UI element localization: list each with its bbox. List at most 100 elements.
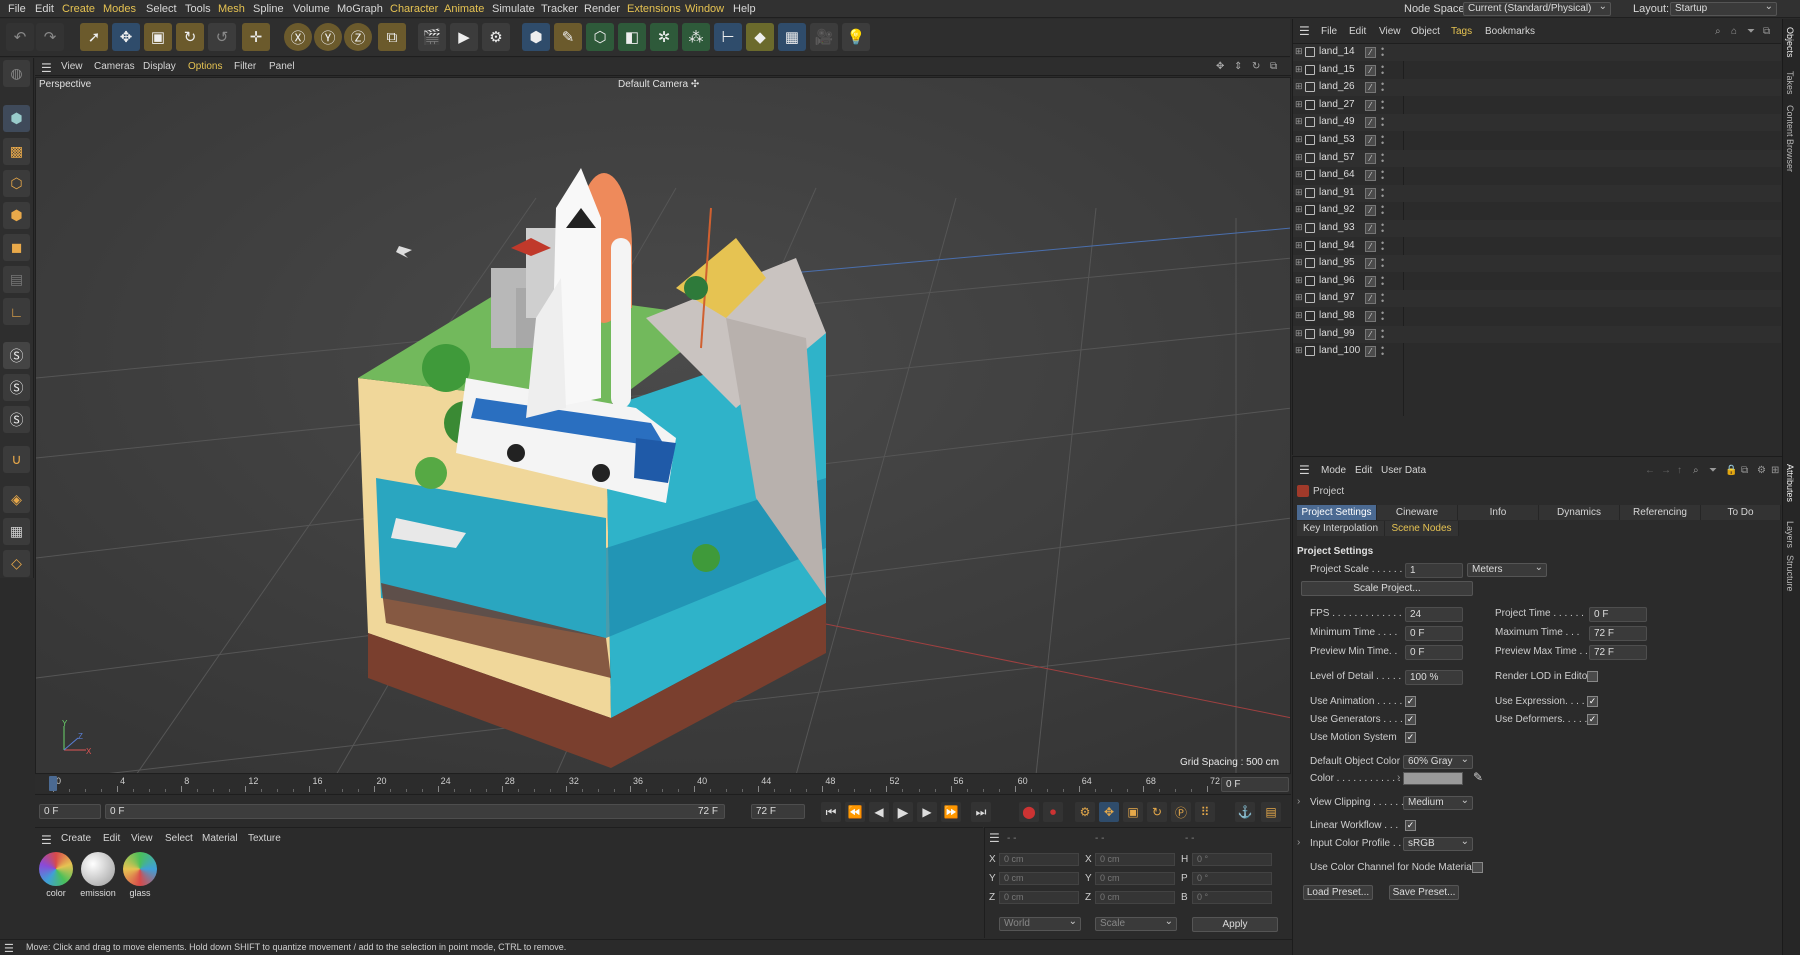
node-space-dropdown[interactable]: Current (Standard/Physical) bbox=[1463, 2, 1611, 16]
coord-size-z-field[interactable]: 0 cm bbox=[1095, 891, 1175, 904]
object-menu-file[interactable]: File bbox=[1321, 26, 1337, 37]
extrude-generator-icon[interactable]: ◧ bbox=[618, 23, 646, 51]
recent-tool-icon[interactable]: ↺ bbox=[208, 23, 236, 51]
record-rotation-icon[interactable]: ↻ bbox=[1147, 802, 1167, 822]
record-parameter-icon[interactable]: Ⓟ bbox=[1171, 802, 1191, 822]
attr-search-icon[interactable]: ⌕ bbox=[1693, 465, 1699, 476]
go-to-start-icon[interactable]: ⏮ bbox=[821, 802, 841, 822]
world-axis-icon[interactable]: ✛ bbox=[242, 23, 270, 51]
object-visibility-toggle[interactable]: ⁄ bbox=[1365, 240, 1376, 252]
menu-extensions[interactable]: Extensions bbox=[627, 3, 681, 15]
expand-icon[interactable]: ⊞ bbox=[1295, 275, 1303, 286]
attr-menu-user-data[interactable]: User Data bbox=[1381, 465, 1426, 476]
side-tab-structure[interactable]: Structure bbox=[1785, 555, 1795, 592]
coord-pos-x-field[interactable]: 0 cm bbox=[999, 853, 1079, 866]
default-color-dropdown[interactable]: 60% Gray bbox=[1403, 755, 1473, 769]
object-row[interactable]: ⊞ land_100 ⁄ • • bbox=[1293, 343, 1781, 360]
x-axis-lock-icon[interactable]: Ⓧ bbox=[284, 23, 312, 51]
object-visibility-toggle[interactable]: ⁄ bbox=[1365, 328, 1376, 340]
object-visibility-toggle[interactable]: ⁄ bbox=[1365, 223, 1376, 234]
rotate-tool-icon[interactable]: ↻ bbox=[176, 23, 204, 51]
coord-pos-z-field[interactable]: 0 cm bbox=[999, 891, 1079, 904]
viewport-menu-view[interactable]: View bbox=[61, 61, 83, 72]
menu-spline[interactable]: Spline bbox=[253, 3, 284, 15]
viewport-move-icon[interactable]: ✥ bbox=[1216, 61, 1224, 72]
material-glass[interactable]: glass bbox=[121, 852, 159, 904]
object-row[interactable]: ⊞ land_95 ⁄ • • bbox=[1293, 255, 1781, 273]
object-render-dots-icon[interactable]: • • bbox=[1381, 344, 1384, 359]
object-visibility-toggle[interactable]: ⁄ bbox=[1365, 170, 1376, 182]
menu-create[interactable]: Create bbox=[62, 3, 95, 15]
pen-spline-icon[interactable]: ✎ bbox=[554, 23, 582, 51]
object-row[interactable]: ⊞ land_98 ⁄ • • bbox=[1293, 308, 1781, 325]
object-search-icon[interactable]: ⌕ bbox=[1715, 26, 1721, 37]
viewport-zoom-icon[interactable]: ⇕ bbox=[1234, 61, 1242, 72]
object-row[interactable]: ⊞ land_53 ⁄ • • bbox=[1293, 132, 1781, 149]
object-row[interactable]: ⊞ land_15 ⁄ • • bbox=[1293, 62, 1781, 79]
tab-cineware[interactable]: Cineware bbox=[1377, 505, 1458, 520]
object-render-dots-icon[interactable]: • • bbox=[1381, 115, 1384, 130]
coord-rot-b-field[interactable]: 0 ° bbox=[1192, 891, 1272, 904]
side-tab-attributes[interactable]: Attributes bbox=[1785, 464, 1795, 502]
expand-icon[interactable]: ⊞ bbox=[1295, 222, 1303, 233]
coordinate-system-icon[interactable]: ⧉ bbox=[378, 23, 406, 51]
input-profile-expand-icon[interactable]: › bbox=[1297, 837, 1300, 848]
object-render-dots-icon[interactable]: • • bbox=[1381, 185, 1384, 200]
snap-icon[interactable]: Ⓢ bbox=[3, 342, 30, 369]
start-frame-field[interactable]: 0 F bbox=[39, 804, 101, 819]
object-render-dots-icon[interactable]: • • bbox=[1381, 256, 1384, 271]
coord-rot-h-field[interactable]: 0 ° bbox=[1192, 853, 1272, 866]
object-visibility-toggle[interactable]: ⁄ bbox=[1365, 64, 1376, 76]
object-render-dots-icon[interactable]: • • bbox=[1381, 309, 1384, 324]
object-visibility-toggle[interactable]: ⁄ bbox=[1365, 152, 1376, 164]
attr-settings-icon[interactable]: ⚙ bbox=[1757, 465, 1766, 476]
object-render-dots-icon[interactable]: • • bbox=[1381, 168, 1384, 183]
menu-mesh[interactable]: Mesh bbox=[218, 3, 245, 15]
object-render-dots-icon[interactable]: • • bbox=[1381, 133, 1384, 148]
object-visibility-toggle[interactable]: ⁄ bbox=[1365, 311, 1376, 322]
workplane-icon[interactable]: ◈ bbox=[3, 486, 30, 513]
attr-menu-edit[interactable]: Edit bbox=[1355, 465, 1372, 476]
object-new-window-icon[interactable]: ⧉ bbox=[1763, 26, 1770, 37]
snap-settings-icon[interactable]: Ⓢ bbox=[3, 374, 30, 401]
object-render-dots-icon[interactable]: • • bbox=[1381, 291, 1384, 306]
viewport-menu-display[interactable]: Display bbox=[143, 61, 176, 72]
expand-icon[interactable]: ⊞ bbox=[1295, 152, 1303, 163]
input-profile-dropdown[interactable]: sRGB bbox=[1403, 837, 1473, 851]
use-animation-checkbox[interactable]: ✓ bbox=[1405, 696, 1416, 707]
object-visibility-toggle[interactable]: ⁄ bbox=[1365, 117, 1376, 129]
menu-simulate[interactable]: Simulate bbox=[492, 3, 535, 15]
menu-animate[interactable]: Animate bbox=[444, 3, 484, 15]
viewport-menu-filter[interactable]: Filter bbox=[234, 61, 256, 72]
render-settings-icon[interactable]: ⚙ bbox=[482, 23, 510, 51]
tab-project-settings[interactable]: Project Settings bbox=[1297, 505, 1377, 520]
layout-dropdown[interactable]: Startup bbox=[1670, 2, 1777, 16]
object-row[interactable]: ⊞ land_14 ⁄ • • bbox=[1293, 44, 1781, 61]
deformer-bend-icon[interactable]: ⊢ bbox=[714, 23, 742, 51]
coord-rot-p-field[interactable]: 0 ° bbox=[1192, 872, 1272, 885]
play-icon[interactable]: ▶ bbox=[893, 802, 913, 822]
save-preset-button[interactable]: Save Preset... bbox=[1389, 885, 1459, 900]
material-menu-create[interactable]: Create bbox=[61, 833, 91, 844]
make-editable-icon[interactable]: ◍ bbox=[3, 60, 30, 87]
object-row[interactable]: ⊞ land_64 ⁄ • • bbox=[1293, 167, 1781, 184]
redo-icon[interactable]: ↷ bbox=[36, 23, 64, 51]
record-active-icon[interactable]: ⬤ bbox=[1019, 802, 1039, 822]
material-menu-select[interactable]: Select bbox=[165, 833, 193, 844]
attr-lock-icon[interactable]: 🔒 bbox=[1725, 465, 1737, 476]
menu-edit[interactable]: Edit bbox=[35, 3, 54, 15]
linear-workflow-checkbox[interactable]: ✓ bbox=[1405, 820, 1416, 831]
object-row[interactable]: ⊞ land_93 ⁄ • • bbox=[1293, 220, 1781, 237]
object-row[interactable]: ⊞ land_91 ⁄ • • bbox=[1293, 184, 1781, 202]
end-frame-field[interactable]: 72 F bbox=[751, 804, 805, 819]
object-visibility-toggle[interactable]: ⁄ bbox=[1365, 135, 1376, 146]
color-swatch[interactable] bbox=[1403, 772, 1463, 785]
max-time-field[interactable]: 72 F bbox=[1589, 626, 1647, 641]
axis-mode-icon[interactable]: ∟ bbox=[3, 298, 30, 325]
next-key-icon[interactable]: ⏩ bbox=[941, 802, 961, 822]
menu-mograph[interactable]: MoGraph bbox=[337, 3, 383, 15]
previous-key-icon[interactable]: ⏪ bbox=[845, 802, 865, 822]
field-icon[interactable]: ◆ bbox=[746, 23, 774, 51]
uv-mode-icon[interactable]: ▤ bbox=[3, 266, 30, 293]
attr-menu-icon[interactable]: ☰ bbox=[1299, 463, 1310, 477]
